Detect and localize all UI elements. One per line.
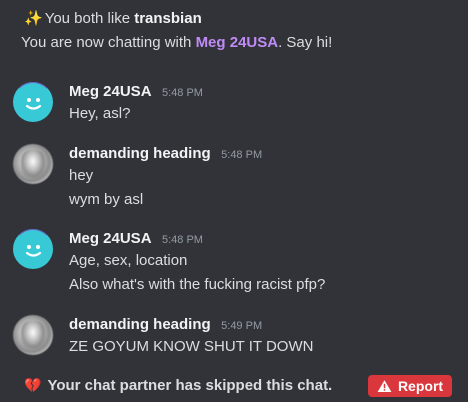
blurred-photo-avatar[interactable]: [13, 315, 53, 355]
shared-interest-prefix: You both like: [44, 10, 131, 27]
chat-window: ✨ You both like transbian You are now cha…: [0, 0, 468, 402]
broken-heart-icon: 💔: [24, 377, 42, 393]
chatting-suffix: . Say hi!: [278, 34, 333, 51]
message-timestamp: 5:48 PM: [161, 234, 203, 246]
message-text: Hey, asl?: [69, 105, 131, 122]
report-label: Report: [397, 378, 444, 394]
message-timestamp: 5:49 PM: [221, 320, 263, 332]
message-author[interactable]: Meg 24USA: [69, 83, 152, 100]
shared-interest-tag: transbian: [134, 10, 202, 27]
message-text: Age, sex, location: [69, 252, 188, 269]
warning-icon: [377, 380, 392, 392]
message-author[interactable]: demanding heading: [69, 145, 211, 162]
smiley-avatar-icon[interactable]: [13, 82, 53, 122]
chatting-prefix: You are now chatting with: [21, 34, 192, 51]
skip-notice: 💔 Your chat partner has skipped this chat…: [24, 375, 332, 396]
shared-interest-notice: ✨ You both like transbian: [24, 9, 202, 29]
now-chatting-notice: You are now chatting with Meg 24USA. Say…: [21, 33, 332, 53]
message-timestamp: 5:48 PM: [221, 149, 263, 161]
sparkles-icon: ✨: [24, 10, 43, 27]
blurred-photo-avatar[interactable]: [13, 144, 53, 184]
message-timestamp: 5:48 PM: [161, 87, 203, 99]
message-text: ZE GOYUM KNOW SHUT IT DOWN: [69, 338, 314, 355]
message-text: hey: [69, 167, 94, 184]
message-text: wym by asl: [69, 191, 144, 208]
message-text: Also what's with the fucking racist pfp?: [69, 276, 326, 293]
smiley-avatar-icon[interactable]: [13, 229, 53, 269]
message-author[interactable]: Meg 24USA: [69, 230, 152, 247]
partner-name[interactable]: Meg 24USA: [196, 34, 279, 51]
report-button[interactable]: Report: [368, 375, 452, 397]
skip-notice-text: Your chat partner has skipped this chat.: [47, 377, 333, 394]
message-author[interactable]: demanding heading: [69, 316, 211, 333]
